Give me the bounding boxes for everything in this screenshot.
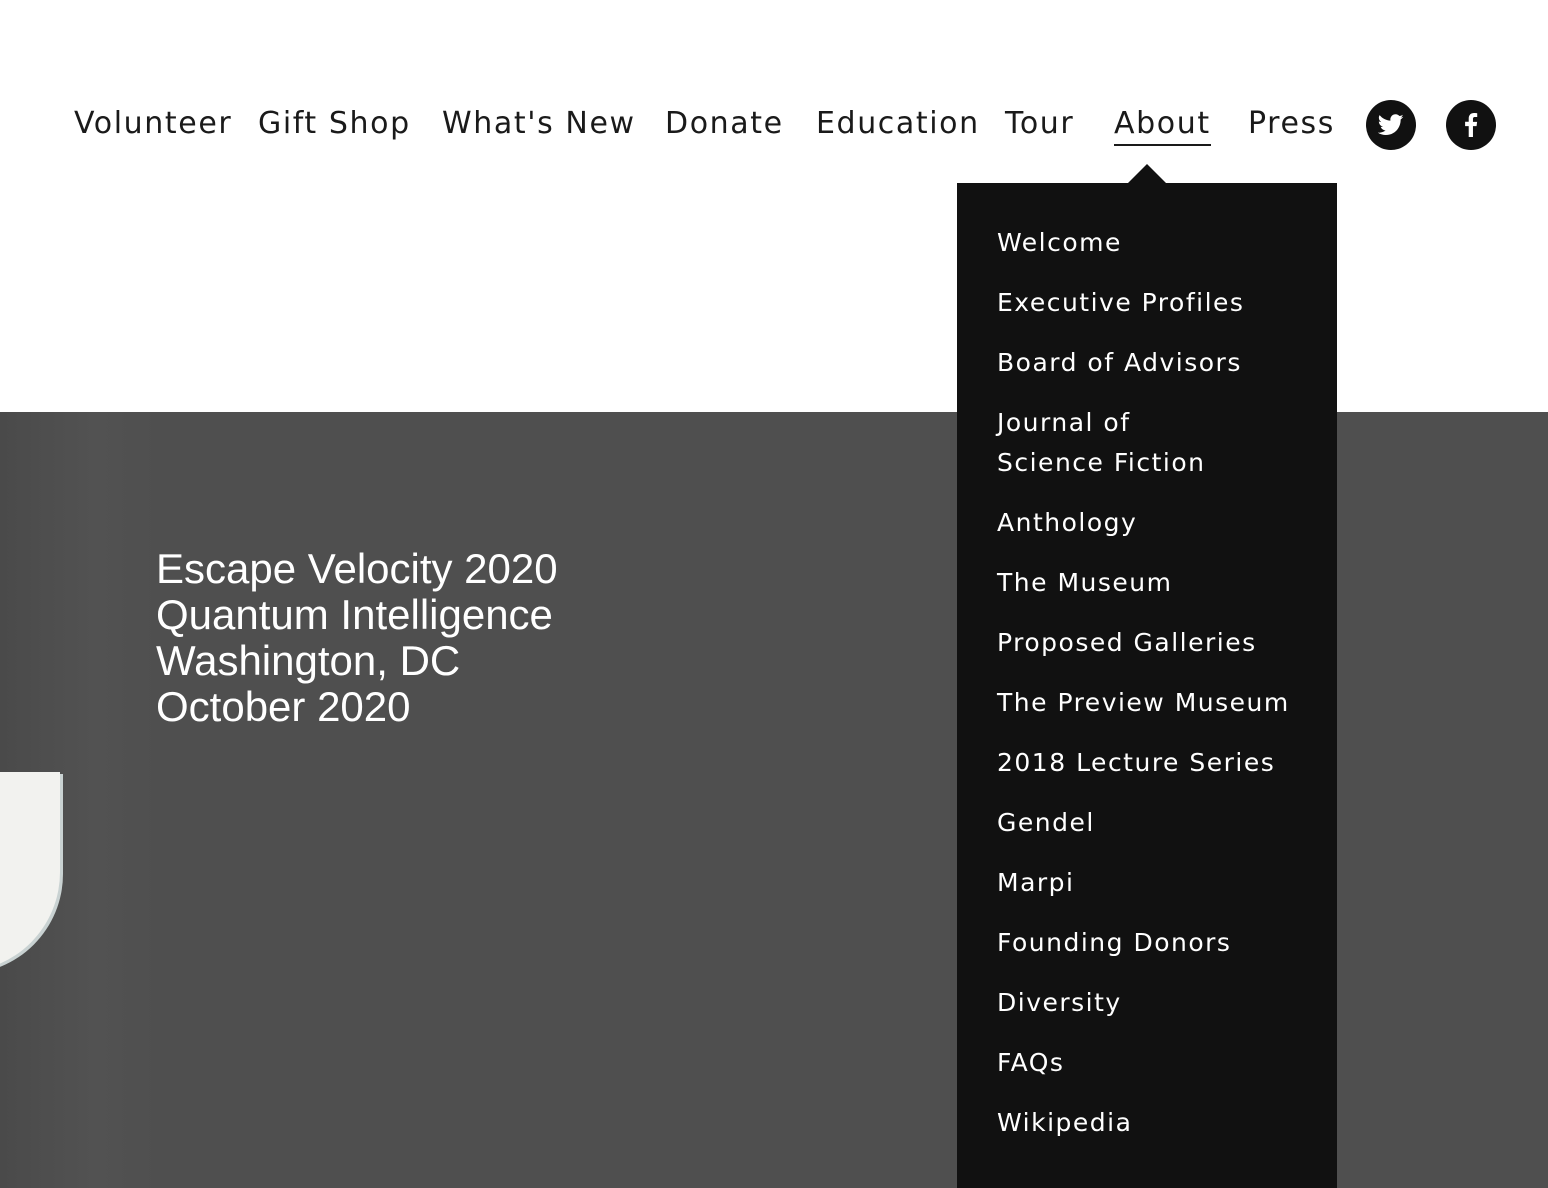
dropdown-item-faqs[interactable]: FAQs [997, 1043, 1317, 1083]
dropdown-item-anthology[interactable]: Anthology [997, 503, 1317, 543]
dropdown-item-gendel[interactable]: Gendel [997, 803, 1317, 843]
dropdown-item-2018-lecture-series[interactable]: 2018 Lecture Series [997, 743, 1317, 783]
dropdown-list: Welcome Executive Profiles Board of Advi… [997, 223, 1317, 1163]
nav-item-whats-new[interactable]: What's New [442, 104, 636, 144]
hero-event-title: Escape Velocity 2020 [156, 545, 558, 592]
nav-item-volunteer[interactable]: Volunteer [74, 104, 232, 144]
nav-item-gift-shop[interactable]: Gift Shop [258, 104, 411, 144]
dropdown-item-founding-donors[interactable]: Founding Donors [997, 923, 1317, 963]
dropdown-item-board-of-advisors[interactable]: Board of Advisors [997, 343, 1317, 383]
hero-event-subtitle: Quantum Intelligence [156, 591, 553, 638]
dropdown-pointer [1128, 164, 1166, 183]
nav-item-press[interactable]: Press [1248, 104, 1335, 144]
dropdown-item-the-preview-museum[interactable]: The Preview Museum [997, 683, 1317, 723]
twitter-button[interactable] [1366, 100, 1416, 150]
nav-item-donate[interactable]: Donate [665, 104, 784, 144]
hero-event-date: October 2020 [156, 683, 411, 730]
dropdown-item-welcome[interactable]: Welcome [997, 223, 1317, 263]
hero-event-info: Escape Velocity 2020 Quantum Intelligenc… [156, 546, 558, 730]
nav-item-tour[interactable]: Tour [1005, 104, 1074, 144]
dropdown-item-marpi[interactable]: Marpi [997, 863, 1317, 903]
about-dropdown-menu: Welcome Executive Profiles Board of Advi… [957, 183, 1337, 1188]
facebook-icon [1464, 113, 1478, 137]
facebook-button[interactable] [1446, 100, 1496, 150]
dropdown-item-executive-profiles[interactable]: Executive Profiles [997, 283, 1317, 323]
dropdown-item-the-museum[interactable]: The Museum [997, 563, 1317, 603]
dropdown-item-proposed-galleries[interactable]: Proposed Galleries [997, 623, 1317, 663]
hero-event-location: Washington, DC [156, 637, 461, 684]
hero-image [0, 412, 158, 1188]
dropdown-item-wikipedia[interactable]: Wikipedia [997, 1103, 1317, 1143]
nav-item-education[interactable]: Education [816, 104, 980, 144]
twitter-icon [1378, 114, 1404, 136]
dropdown-item-journal-of-science-fiction[interactable]: Journal of Science Fiction [997, 403, 1247, 483]
nav-item-about[interactable]: About [1114, 104, 1211, 146]
dropdown-item-diversity[interactable]: Diversity [997, 983, 1317, 1023]
